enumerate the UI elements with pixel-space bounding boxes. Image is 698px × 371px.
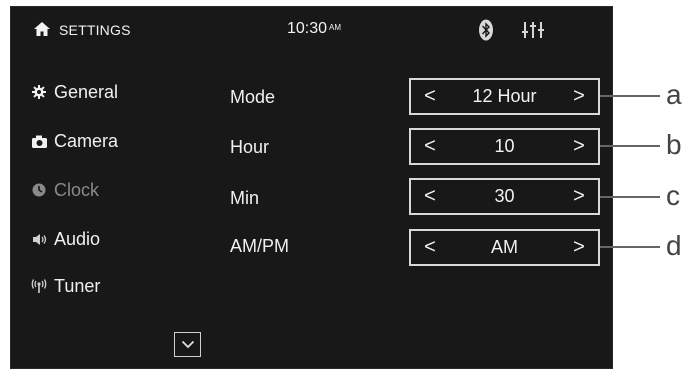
sidebar-item-clock[interactable]: Clock xyxy=(31,177,99,203)
sidebar-item-label: Tuner xyxy=(54,275,101,296)
settings-screen: SETTINGS 10:30 AM General Camera Clock A… xyxy=(10,6,613,369)
min-value: 30 xyxy=(494,186,515,206)
mode-stepper: < 12 Hour > xyxy=(409,78,600,115)
ampm-value: AM xyxy=(491,237,518,257)
hour-value: 10 xyxy=(494,136,515,156)
gear-icon xyxy=(31,84,47,100)
callout-label-a: a xyxy=(666,79,682,110)
ampm-prev-button[interactable]: < xyxy=(415,231,445,264)
hour-stepper: < 10 > xyxy=(409,128,600,165)
clock-display: 10:30 AM xyxy=(287,20,341,38)
antenna-icon xyxy=(31,278,47,294)
ampm-stepper: < AM > xyxy=(409,229,600,266)
hour-prev-button[interactable]: < xyxy=(415,130,445,163)
sidebar-item-general[interactable]: General xyxy=(31,79,118,105)
sidebar-item-audio[interactable]: Audio xyxy=(31,226,100,252)
scroll-down-button[interactable] xyxy=(174,332,201,357)
min-prev-button[interactable]: < xyxy=(415,180,445,213)
clock-time: 10:30 xyxy=(287,20,328,37)
sidebar-item-label: General xyxy=(54,81,119,102)
bluetooth-icon[interactable] xyxy=(479,19,493,41)
chevron-down-icon xyxy=(181,336,195,354)
mode-value: 12 Hour xyxy=(472,86,537,106)
callout-label-d: d xyxy=(666,230,682,261)
callout-line-b xyxy=(600,145,660,147)
equalizer-icon[interactable] xyxy=(521,21,545,39)
mode-next-button[interactable]: > xyxy=(564,80,594,113)
hour-label: Hour xyxy=(230,137,270,157)
callout-line-c xyxy=(600,196,660,198)
mode-prev-button[interactable]: < xyxy=(415,80,445,113)
min-label: Min xyxy=(230,188,260,208)
ampm-next-button[interactable]: > xyxy=(564,231,594,264)
sidebar-item-label: Camera xyxy=(54,130,119,151)
camera-icon xyxy=(31,133,47,149)
mode-label: Mode xyxy=(230,87,276,107)
callout-line-d xyxy=(600,246,660,248)
ampm-label: AM/PM xyxy=(230,236,290,256)
callout-label-c: c xyxy=(666,180,680,211)
clock-icon xyxy=(31,182,47,198)
sidebar-item-label: Audio xyxy=(54,228,101,249)
sidebar-item-tuner[interactable]: Tuner xyxy=(31,273,100,299)
min-stepper: < 30 > xyxy=(409,178,600,215)
home-icon[interactable] xyxy=(33,21,51,37)
sidebar-item-label: Clock xyxy=(54,179,100,200)
callout-label-b: b xyxy=(666,129,682,160)
speaker-icon xyxy=(31,231,47,247)
clock-suffix: AM xyxy=(329,23,342,32)
min-next-button[interactable]: > xyxy=(564,180,594,213)
page-title: SETTINGS xyxy=(59,22,131,38)
callout-line-a xyxy=(600,95,660,97)
hour-next-button[interactable]: > xyxy=(564,130,594,163)
status-bar: SETTINGS 10:30 AM xyxy=(11,7,612,53)
sidebar-item-camera[interactable]: Camera xyxy=(31,128,118,154)
